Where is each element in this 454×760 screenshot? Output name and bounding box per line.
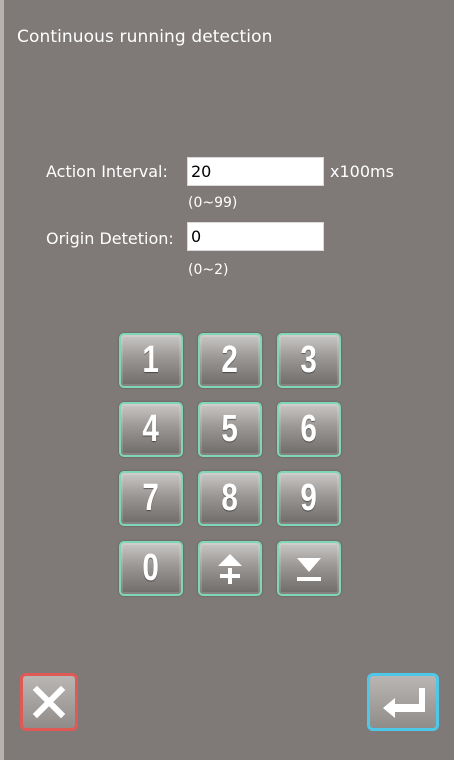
key-0[interactable]: 0 — [119, 541, 183, 596]
left-frame-edge — [0, 0, 4, 760]
key-7-label: 7 — [142, 477, 160, 519]
origin-detection-range: (0~2) — [188, 262, 229, 278]
page-title: Continuous running detection — [17, 27, 273, 47]
key-9[interactable]: 9 — [277, 471, 341, 526]
key-9-label: 9 — [300, 477, 318, 519]
close-x-icon — [32, 685, 66, 719]
key-4-label: 4 — [142, 408, 160, 450]
action-interval-label: Action Interval: — [46, 162, 168, 181]
key-8-label: 8 — [221, 477, 239, 519]
key-2[interactable]: 2 — [198, 333, 262, 388]
key-2-label: 2 — [221, 339, 239, 381]
key-1[interactable]: 1 — [119, 333, 183, 388]
arrow-up-plus-icon — [218, 553, 242, 584]
key-8[interactable]: 8 — [198, 471, 262, 526]
key-5[interactable]: 5 — [198, 402, 262, 457]
key-7[interactable]: 7 — [119, 471, 183, 526]
key-3[interactable]: 3 — [277, 333, 341, 388]
key-6-label: 6 — [300, 408, 318, 450]
enter-return-icon — [383, 688, 425, 718]
arrow-down-minus-icon — [297, 557, 321, 581]
key-0-label: 0 — [142, 547, 160, 589]
key-3-label: 3 — [300, 339, 318, 381]
cancel-button[interactable] — [20, 673, 78, 731]
decrement-button[interactable] — [277, 541, 341, 596]
increment-button[interactable] — [198, 541, 262, 596]
origin-detection-label: Origin Detetion: — [46, 229, 174, 248]
key-5-label: 5 — [221, 408, 239, 450]
action-interval-range: (0~99) — [188, 195, 238, 211]
key-4[interactable]: 4 — [119, 402, 183, 457]
action-interval-unit: x100ms — [330, 162, 394, 181]
key-1-label: 1 — [142, 339, 160, 381]
key-6[interactable]: 6 — [277, 402, 341, 457]
enter-button[interactable] — [367, 673, 439, 731]
origin-detection-input[interactable]: 0 — [187, 222, 324, 251]
action-interval-input[interactable]: 20 — [187, 157, 324, 186]
